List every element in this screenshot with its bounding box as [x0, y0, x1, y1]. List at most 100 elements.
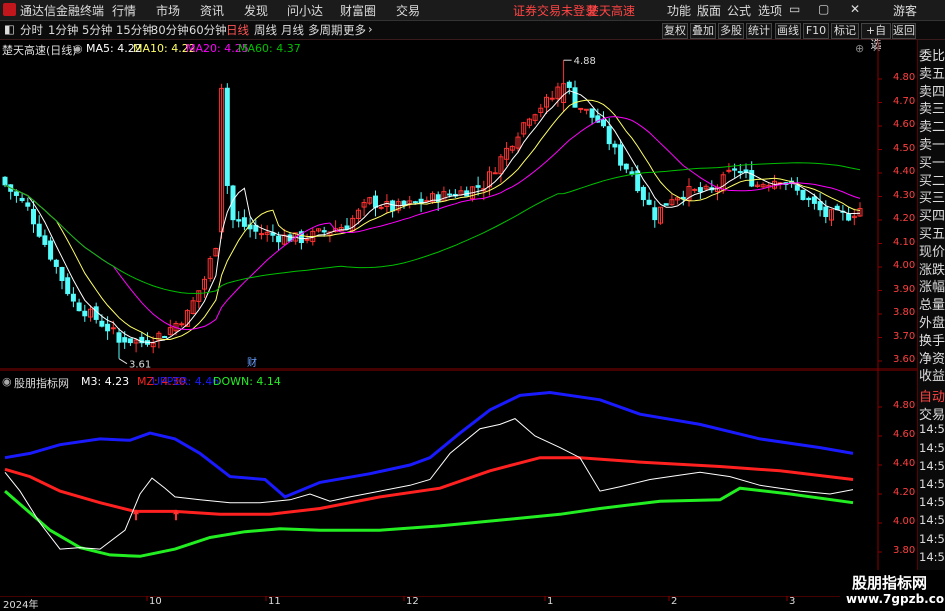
main-y-tick-label: 4.40: [893, 166, 916, 177]
period-weekly[interactable]: 周线: [254, 22, 277, 38]
side-panel-item: 14:56: [919, 422, 945, 437]
mark-button[interactable]: 标记: [831, 23, 859, 39]
side-panel-item: 收益: [919, 369, 945, 385]
stats-button[interactable]: 统计: [746, 23, 772, 39]
period-5min[interactable]: 5分钟: [82, 22, 112, 38]
high-marker-label: 4.88: [574, 56, 596, 67]
candle-body: [578, 107, 584, 110]
period-monthly[interactable]: 月线: [281, 22, 304, 38]
period-more[interactable]: 更多: [343, 22, 366, 38]
ma5-line: [4, 90, 861, 344]
menu-news[interactable]: 资讯: [200, 2, 224, 19]
side-panel-item: 涨跌: [919, 262, 945, 278]
side-panel-item: 卖五: [919, 66, 945, 82]
period-30min[interactable]: 30分钟: [151, 22, 189, 38]
indicator-chart[interactable]: [0, 370, 917, 596]
candle-body: [19, 197, 25, 202]
candle-body: [59, 267, 65, 281]
kline-chart[interactable]: 4.88 3.61 财: [0, 40, 917, 370]
sub-y-tick-label: 4.40: [893, 458, 916, 469]
period-toolbar: ◧ 分时 1分钟 5分钟 15分钟 30分钟 60分钟 日线 周线 月线 多周期…: [0, 21, 945, 51]
multi-stock-button[interactable]: 多股: [718, 23, 744, 39]
menu-wealth[interactable]: 财富圈: [340, 2, 376, 19]
chevron-right-icon[interactable]: ›: [368, 22, 373, 36]
candle-body: [373, 195, 378, 208]
side-panel-item: 买五: [919, 227, 945, 242]
overlay-button[interactable]: 叠加: [690, 23, 716, 39]
candle-body: [800, 189, 806, 200]
draw-button[interactable]: 画线: [775, 23, 801, 39]
menu-quotes[interactable]: 行情: [112, 2, 136, 19]
window-icon[interactable]: ▢: [818, 2, 829, 16]
trade-login-status[interactable]: 证券交易未登录: [513, 2, 597, 19]
back-button[interactable]: 返回: [892, 23, 916, 39]
low-marker-line: [118, 358, 128, 365]
candle-body: [93, 306, 99, 320]
watermark-title: 股朋指标网: [852, 574, 928, 592]
sub-y-tick-label: 4.60: [893, 429, 916, 440]
close-icon[interactable]: ✕: [850, 2, 860, 16]
candle-body: [378, 206, 384, 209]
candle-body: [122, 337, 128, 343]
menu-discover[interactable]: 发现: [244, 2, 268, 19]
period-daily[interactable]: 日线: [226, 22, 249, 38]
watermark-url: www.7gpzb.com: [846, 592, 945, 606]
stock-name: 楚天高速: [587, 4, 636, 18]
side-panel-item: 净资: [919, 351, 945, 367]
side-panel-item: 换手: [919, 333, 945, 349]
f10-button[interactable]: F10: [803, 23, 829, 39]
event-marker[interactable]: 财: [247, 356, 257, 369]
main-y-tick-label: 4.00: [893, 260, 916, 271]
candle-body: [179, 323, 185, 326]
side-panel-item: 买二: [919, 173, 945, 189]
candle-body: [42, 235, 48, 245]
main-y-tick-label: 3.60: [893, 354, 916, 365]
candle-body: [732, 168, 738, 171]
ma10-line: [4, 99, 861, 340]
menu-market[interactable]: 市场: [156, 2, 180, 19]
side-panel-item: 涨幅: [919, 280, 945, 296]
candle-body: [304, 238, 310, 241]
side-panel-item: 卖一: [919, 138, 945, 153]
candle-body: [344, 225, 350, 230]
candle-body: [583, 108, 589, 111]
candle-body: [36, 223, 42, 237]
period-multi[interactable]: 多周期: [308, 22, 343, 38]
main-y-tick-label: 4.20: [893, 213, 916, 224]
candle-body: [70, 293, 76, 302]
period-15min[interactable]: 15分钟: [116, 22, 154, 38]
title-bar: 通达信金融终端 行情 市场 资讯 发现 问小达 财富圈 交易 证券交易未登录 楚…: [0, 0, 945, 21]
candle-body: [572, 87, 578, 108]
menu-function[interactable]: 功能: [667, 2, 691, 19]
app-logo-icon: [3, 3, 16, 16]
side-panel-item: 14:56: [919, 549, 945, 564]
guest-label[interactable]: 游客: [893, 2, 917, 19]
candle-body: [241, 217, 247, 227]
toolbar-icon[interactable]: ◧: [4, 22, 15, 36]
sub-y-tick-label: 4.00: [893, 516, 916, 527]
menu-layout[interactable]: 版面: [697, 2, 721, 19]
candle-body: [823, 206, 829, 218]
candle-body: [549, 97, 555, 100]
ma20-line: [4, 116, 861, 331]
menu-ask[interactable]: 问小达: [287, 2, 323, 19]
side-panel-item: 卖三: [919, 102, 945, 118]
side-panel-item: 外盘: [919, 316, 945, 331]
sub-y-tick-label: 3.80: [893, 545, 916, 556]
side-panel-item: 买三: [919, 191, 945, 207]
adjust-button[interactable]: 复权: [662, 23, 688, 39]
candle-body: [663, 203, 669, 206]
side-panel-item[interactable]: 自动: [919, 386, 945, 405]
menu-trade[interactable]: 交易: [396, 2, 420, 19]
add-watchlist-button[interactable]: +自选: [861, 23, 891, 51]
sub-y-tick-label: 4.80: [893, 400, 916, 411]
candle-body: [492, 172, 498, 175]
side-panel-item[interactable]: 交易: [919, 404, 945, 423]
period-1min[interactable]: 1分钟: [48, 22, 78, 38]
menu-options[interactable]: 选项: [758, 2, 782, 19]
main-y-tick-label: 4.10: [893, 236, 916, 248]
menu-formula[interactable]: 公式: [727, 2, 751, 19]
minimize-icon[interactable]: ▭: [789, 2, 800, 16]
period-60min[interactable]: 60分钟: [189, 22, 227, 38]
period-timeline[interactable]: 分时: [20, 22, 43, 38]
